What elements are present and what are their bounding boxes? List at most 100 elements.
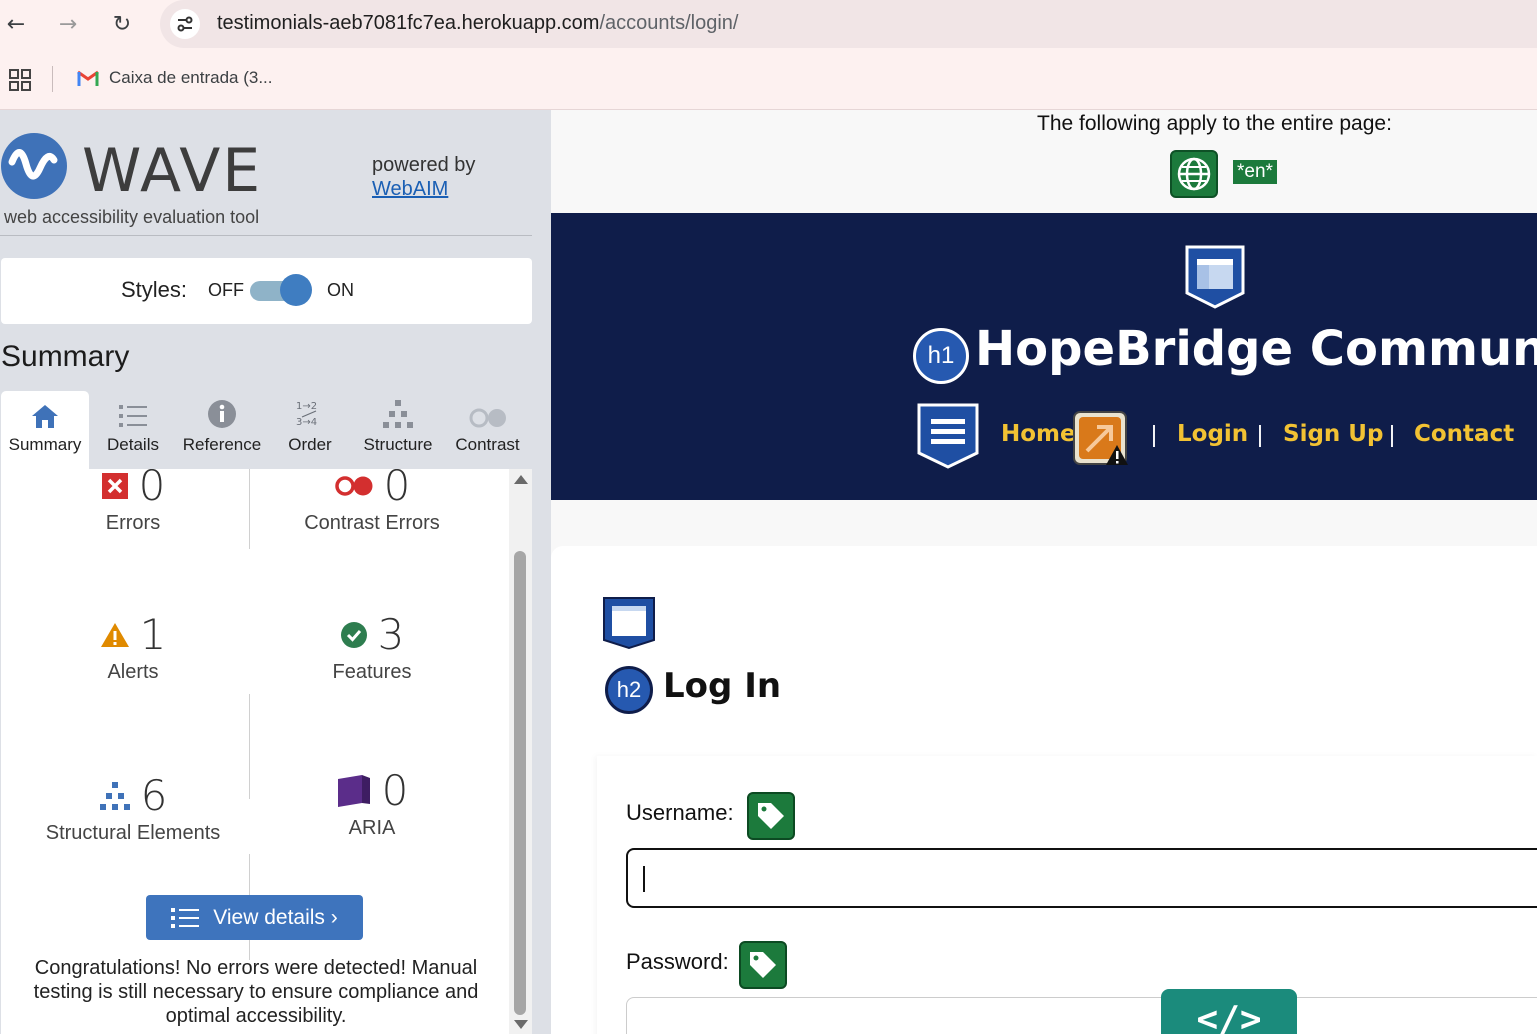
gmail-icon <box>77 70 99 86</box>
redundant-link-alert-icon[interactable] <box>1071 409 1129 467</box>
contrast-errors-label: Contrast Errors <box>304 512 440 534</box>
svg-text:3→4: 3→4 <box>296 417 317 428</box>
main-landmark-icon[interactable] <box>602 596 656 650</box>
structural-stat[interactable]: 6 Structural Elements <box>13 771 253 845</box>
tag-icon <box>750 952 776 978</box>
globe-icon <box>1177 157 1211 191</box>
aria-stat[interactable]: 0 ARIA <box>252 766 492 840</box>
reload-icon[interactable]: ↻ <box>106 8 138 40</box>
errors-stat[interactable]: 0 Errors <box>13 469 253 535</box>
header-landmark-icon[interactable] <box>1183 245 1247 309</box>
errors-label: Errors <box>105 512 161 534</box>
back-arrow-icon[interactable]: ← <box>0 8 32 40</box>
wave-tabs: Summary Details Reference 1→2 3→4 Order S… <box>1 391 532 469</box>
tab-order[interactable]: 1→2 3→4 Order <box>267 391 353 469</box>
contrast-errors-stat[interactable]: 0 Contrast Errors <box>252 469 492 535</box>
structural-count: 6 <box>140 771 168 820</box>
wave-subtitle: web accessibility evaluation tool <box>4 207 260 227</box>
url-text[interactable]: testimonials-aeb7081fc7ea.herokuapp.com/… <box>217 12 738 35</box>
label-tag-icon[interactable] <box>739 941 787 989</box>
alerts-count: 1 <box>139 610 167 659</box>
tab-label: Contrast <box>455 435 520 454</box>
styles-off-label: OFF <box>208 280 244 300</box>
username-input[interactable] <box>626 848 1537 908</box>
language-globe-icon[interactable] <box>1170 150 1218 198</box>
congrats-message: Congratulations! No errors were detected… <box>33 957 479 1027</box>
scroll-down-arrow-icon[interactable] <box>514 1020 528 1029</box>
alert-icon <box>100 622 129 647</box>
structural-label: Structural Elements <box>45 822 221 844</box>
scroll-up-arrow-icon[interactable] <box>514 475 528 484</box>
code-element-icon[interactable]: </> <box>1161 989 1297 1034</box>
nav-login-link[interactable]: Login <box>1177 421 1248 447</box>
home-icon <box>32 405 58 428</box>
contrast-icon <box>469 408 506 428</box>
bookmarks-bar: Caixa de entrada (3... <box>0 48 1537 110</box>
navigation-landmark-icon[interactable] <box>915 403 981 469</box>
label-tag-icon[interactable] <box>747 792 795 840</box>
tab-label: Summary <box>8 435 82 454</box>
contrast-errors-count: 0 <box>383 469 411 510</box>
tab-details[interactable]: Details <box>89 391 177 469</box>
url-path: /accounts/login/ <box>599 12 739 34</box>
nav-contact-link[interactable]: Contact <box>1414 421 1514 447</box>
sidebar-scrollbar[interactable] <box>509 469 532 1034</box>
alerts-label: Alerts <box>107 661 159 683</box>
powered-by-text: powered by <box>372 154 476 176</box>
h1-badge-icon[interactable]: h1 <box>913 328 969 384</box>
summary-heading: Summary <box>1 340 130 373</box>
page-content: The following apply to the entire page: … <box>551 110 1537 1034</box>
tab-summary[interactable]: Summary <box>1 391 89 469</box>
wave-sidebar: WAVE web accessibility evaluation tool p… <box>0 110 551 1034</box>
browser-toolbar: ← → ↻ testimonials-aeb7081fc7ea.herokuap… <box>0 0 1537 48</box>
address-bar[interactable]: testimonials-aeb7081fc7ea.herokuapp.com/… <box>160 0 1537 48</box>
styles-toggle-knob[interactable] <box>280 274 312 306</box>
aria-label: ARIA <box>348 817 396 839</box>
site-info-icon[interactable] <box>170 9 200 39</box>
nav-signup-link[interactable]: Sign Up <box>1283 421 1383 447</box>
login-heading: Log In <box>663 666 782 706</box>
language-tag: *en* <box>1233 160 1277 184</box>
features-stat[interactable]: 3 Features <box>252 610 492 684</box>
site-title: HopeBridge Community <box>975 321 1537 377</box>
page-level-notice: The following apply to the entire page: <box>1037 112 1392 135</box>
nav-separator: | <box>1151 421 1157 447</box>
info-icon <box>208 400 236 428</box>
scrollbar-thumb[interactable] <box>514 551 526 1015</box>
list-icon <box>119 405 147 427</box>
svg-text:1→2: 1→2 <box>296 401 317 412</box>
wave-brand: WAVE <box>82 136 263 206</box>
forward-arrow-icon[interactable]: → <box>52 8 84 40</box>
tag-icon <box>758 803 784 829</box>
tab-label: Details <box>107 435 159 454</box>
tab-structure[interactable]: Structure <box>353 391 443 469</box>
webaim-link[interactable]: WebAIM <box>372 177 475 201</box>
url-host: testimonials-aeb7081fc7ea.herokuapp.com <box>217 12 600 34</box>
wave-logo-icon <box>1 133 67 199</box>
nav-home-link[interactable]: Home <box>1001 421 1076 447</box>
bookmark-gmail[interactable]: Caixa de entrada (3... <box>77 68 272 88</box>
tab-contrast[interactable]: Contrast <box>443 391 532 469</box>
view-details-label: View details › <box>213 905 338 929</box>
password-input[interactable] <box>626 997 1537 1034</box>
bookmark-label: Caixa de entrada (3... <box>109 68 273 87</box>
site-header: h1 HopeBridge Community Home | Login | S… <box>551 213 1537 500</box>
tab-reference[interactable]: Reference <box>177 391 267 469</box>
styles-on-label: ON <box>327 280 354 300</box>
structure-icon <box>383 400 413 428</box>
styles-toggle-box: Styles: OFF ON <box>1 258 532 324</box>
alerts-stat[interactable]: 1 Alerts <box>13 610 253 684</box>
tab-label: Structure <box>363 435 433 454</box>
check-circle-icon <box>340 621 367 648</box>
errors-count: 0 <box>138 469 166 510</box>
tab-label: Order <box>288 435 332 454</box>
summary-panel: 0 Errors 0 Contrast Errors 1 Alerts 3 Fe… <box>1 469 509 1034</box>
aria-icon <box>337 774 370 807</box>
contrast-error-icon <box>334 475 373 496</box>
view-details-button[interactable]: View details › <box>146 895 363 940</box>
login-card: h2 Log In Username: Password: </> <box>551 546 1537 1034</box>
structure-icon <box>99 781 130 810</box>
h2-badge-icon[interactable]: h2 <box>605 666 653 714</box>
apps-grid-icon[interactable] <box>9 69 31 91</box>
tab-label: Reference <box>182 435 262 454</box>
